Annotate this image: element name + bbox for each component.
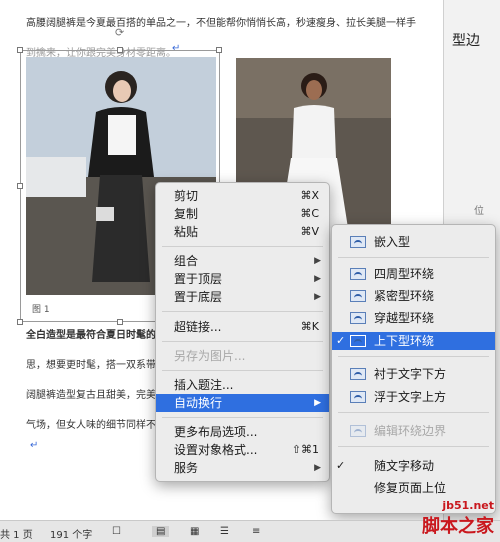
more-layout-options-menu-item[interactable]: 更多布局选项... bbox=[156, 423, 329, 441]
paragraph-line: 全白造型是最符合夏日时髦的 bbox=[26, 330, 156, 341]
rotate-handle-icon[interactable]: ⟳ bbox=[115, 26, 124, 39]
group-menu-item[interactable]: 组合 ▶ bbox=[156, 252, 329, 270]
behind-text-icon bbox=[350, 368, 366, 380]
format-object-menu-item[interactable]: 设置对象格式... ⇧⌘1 bbox=[156, 441, 329, 459]
context-menu: 剪切 ⌘X 复制 ⌘C 粘贴 ⌘V 组合 ▶ 置于顶层 ▶ 置于底层 ▶ 超链接... ⌘K … bbox=[155, 182, 330, 482]
menu-separator bbox=[162, 311, 323, 312]
wrap-square-item[interactable]: 四周型环绕 bbox=[332, 265, 495, 283]
submenu-arrow-icon: ▶ bbox=[314, 274, 321, 284]
print-layout-view-icon[interactable]: ▤ bbox=[152, 526, 170, 537]
wrap-text-menu-item[interactable]: 自动换行 ▶ bbox=[156, 394, 329, 412]
submenu-arrow-icon: ▶ bbox=[314, 398, 321, 408]
wrap-through-icon bbox=[350, 312, 366, 324]
bring-to-front-menu-item[interactable]: 置于顶层 ▶ bbox=[156, 270, 329, 288]
move-with-text-item[interactable]: ✓ 随文字移动 bbox=[332, 457, 495, 475]
menu-separator bbox=[338, 257, 489, 258]
wrap-square-icon bbox=[350, 268, 366, 280]
cut-menu-item[interactable]: 剪切 ⌘X bbox=[156, 187, 329, 205]
submenu-arrow-icon: ▶ bbox=[314, 292, 321, 302]
wrap-inline-item[interactable]: 嵌入型 bbox=[332, 233, 495, 251]
services-menu-item[interactable]: 服务 ▶ bbox=[156, 459, 329, 477]
wrap-tight-item[interactable]: 紧密型环绕 bbox=[332, 287, 495, 305]
resize-handle[interactable] bbox=[117, 47, 123, 53]
watermark-brand: 脚本之家 bbox=[422, 516, 494, 537]
panel-title: 型边 bbox=[452, 33, 480, 49]
menu-separator bbox=[162, 370, 323, 371]
in-front-of-text-item[interactable]: 浮于文字上方 bbox=[332, 388, 495, 406]
page-count: 共 1 页 bbox=[0, 530, 33, 541]
menu-separator bbox=[162, 246, 323, 247]
in-front-of-text-icon bbox=[350, 391, 366, 403]
panel-label: 位 bbox=[474, 206, 484, 217]
paragraph-line: 气场，但女人味的细节同样不 bbox=[26, 420, 156, 431]
submenu-arrow-icon: ▶ bbox=[314, 256, 321, 266]
outline-view-icon[interactable]: ☰ bbox=[220, 526, 229, 537]
web-layout-view-icon[interactable]: ▦ bbox=[190, 526, 199, 537]
paragraph-line: 思，想要更时髦，搭一双系带 bbox=[26, 360, 156, 371]
menu-separator bbox=[338, 446, 489, 447]
fix-position-item[interactable]: 修复页面上位 bbox=[332, 479, 495, 497]
resize-handle[interactable] bbox=[17, 319, 23, 325]
proofing-icon[interactable]: ☐ bbox=[112, 526, 121, 537]
wrap-top-bottom-item[interactable]: ✓ 上下型环绕 bbox=[332, 332, 495, 350]
paragraph-line: 阔腿裤造型复古且甜美，完美 bbox=[26, 390, 156, 401]
figure-caption: 图 1 bbox=[32, 305, 50, 315]
save-as-picture-menu-item: 另存为图片... bbox=[174, 349, 246, 363]
wrap-inline-icon bbox=[350, 236, 366, 248]
resize-handle[interactable] bbox=[17, 183, 23, 189]
insert-caption-menu-item[interactable]: 插入题注... bbox=[156, 376, 329, 394]
edit-wrap-points-icon bbox=[350, 425, 366, 437]
menu-separator bbox=[338, 356, 489, 357]
menu-separator bbox=[162, 341, 323, 342]
watermark-url: jb51.net bbox=[442, 499, 494, 512]
resize-handle[interactable] bbox=[17, 47, 23, 53]
menu-separator bbox=[338, 412, 489, 413]
paste-menu-item[interactable]: 粘贴 ⌘V bbox=[156, 223, 329, 241]
watermark: jb51.net 脚本之家 bbox=[422, 499, 494, 538]
checkmark-icon: ✓ bbox=[336, 334, 346, 347]
wrap-tight-icon bbox=[350, 290, 366, 302]
menu-separator bbox=[162, 417, 323, 418]
submenu-arrow-icon: ▶ bbox=[314, 463, 321, 473]
paragraph-line: 高腰阔腿裤是今夏最百搭的单品之一，不但能帮你悄悄长高，秒速瘦身、拉长美腿一样手 bbox=[26, 18, 416, 29]
checkmark-icon: ✓ bbox=[336, 459, 346, 472]
send-to-back-menu-item[interactable]: 置于底层 ▶ bbox=[156, 288, 329, 306]
hyperlink-menu-item[interactable]: 超链接... ⌘K bbox=[156, 318, 329, 336]
copy-menu-item[interactable]: 复制 ⌘C bbox=[156, 205, 329, 223]
wrap-top-bottom-icon bbox=[350, 335, 366, 347]
behind-text-item[interactable]: 衬于文字下方 bbox=[332, 365, 495, 383]
wrap-through-item[interactable]: 穿越型环绕 bbox=[332, 309, 495, 327]
word-count: 191 个字 bbox=[50, 530, 93, 541]
resize-handle[interactable] bbox=[216, 47, 222, 53]
edit-wrap-points-item: 编辑环绕边界 bbox=[332, 422, 495, 440]
draft-view-icon[interactable]: ≡ bbox=[252, 526, 260, 537]
resize-handle[interactable] bbox=[117, 319, 123, 325]
wrap-text-submenu: 嵌入型 四周型环绕 紧密型环绕 穿越型环绕 ✓ 上下型环绕 衬于文字下方 浮于文字… bbox=[331, 224, 496, 514]
paragraph-mark-icon: ↵ bbox=[30, 440, 39, 451]
